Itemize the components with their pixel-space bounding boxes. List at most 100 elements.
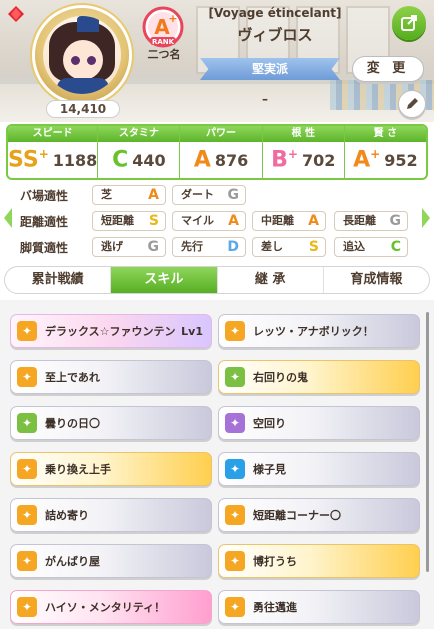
stat-label: スタミナ [98, 126, 180, 142]
skill-list-scrollbar[interactable] [426, 312, 429, 572]
tab-inheritance[interactable]: 継 承 [218, 267, 324, 293]
aptitude-cell: マイル A [172, 211, 246, 231]
skill-icon: ✦ [17, 367, 37, 387]
profile-header: 14,410 A + RANK 二つ名 [Voyage étincelant] … [0, 0, 434, 122]
skill-name: 詰め寄り [45, 509, 89, 522]
rank-nickname-label: 二つ名 [147, 48, 181, 61]
aptitude-grade: G [389, 213, 402, 229]
distance-aptitude-row: 距離適性 [20, 210, 82, 232]
skill-name: 乗り換え上手 [45, 463, 111, 476]
aptitude-grade: G [227, 187, 240, 203]
character-epithet: [Voyage étincelant] [208, 6, 342, 20]
rank-a-plus-badge-icon: A + RANK [142, 6, 184, 48]
aptitude-grade: A [308, 213, 319, 229]
aptitude-grade: C [390, 239, 401, 255]
skill-list: ✦ デラックス☆ファウンテン Lv1 ✦ レッツ・アナボリック！ ✦ 至上であれ ✦ 右回りの鬼… [0, 300, 434, 629]
skill-item[interactable]: ✦ 博打うち [218, 544, 420, 578]
tab-training-info[interactable]: 育成情報 [324, 267, 429, 293]
skill-icon: ✦ [225, 505, 245, 525]
aptitude-cell: 差し S [252, 237, 326, 257]
tab-skills[interactable]: スキル [111, 267, 218, 293]
skill-icon: ✦ [17, 597, 37, 617]
aptitude-cell: 芝A [92, 185, 166, 205]
share-button[interactable] [392, 6, 426, 40]
profile-subtitle: – [262, 92, 268, 106]
skill-item[interactable]: ✦ デラックス☆ファウンテン Lv1 [10, 314, 212, 348]
change-button[interactable]: 変 更 [352, 56, 424, 82]
aptitude-grade: S [148, 213, 159, 229]
skill-icon: ✦ [17, 459, 37, 479]
skill-name: 勇往邁進 [253, 601, 297, 614]
skill-icon: ✦ [225, 459, 245, 479]
skill-level: Lv1 [181, 324, 203, 338]
aptitude-grade: S [308, 239, 319, 255]
skill-item[interactable]: ✦ がんばり屋 [10, 544, 212, 578]
stat-grade: A+ [353, 147, 381, 173]
skill-icon: ✦ [225, 367, 245, 387]
aptitude-cell: 短距離 S [92, 211, 166, 231]
aptitude-cell: 中距離 A [252, 211, 326, 231]
style-aptitude-label: 脚質適性 [20, 240, 69, 255]
stat-guts: 根 性 B+ 702 [262, 126, 345, 178]
previous-arrow-icon[interactable] [2, 206, 14, 230]
stat-label: スピード [8, 126, 98, 142]
skill-icon: ✦ [225, 597, 245, 617]
aptitude-cell: 追込 C [334, 237, 408, 257]
stat-power: パワー A 876 [180, 126, 263, 178]
skill-icon: ✦ [225, 413, 245, 433]
skill-name: 短距離コーナー〇 [253, 509, 341, 522]
skill-name: 空回り [253, 417, 286, 430]
fan-count: 14,410 [46, 100, 120, 118]
skill-item[interactable]: ✦ 勇往邁進 [218, 590, 420, 624]
aptitude-grade: A [148, 187, 159, 203]
skill-name: 博打うち [253, 555, 297, 568]
skill-item[interactable]: ✦ 乗り換え上手 [10, 452, 212, 486]
ground-aptitude-label: バ場適性 [20, 188, 69, 203]
stat-value: 440 [132, 150, 166, 170]
next-arrow-icon[interactable] [420, 206, 432, 230]
skill-item[interactable]: ✦ 曇りの日〇 [10, 406, 212, 440]
detail-tabs: 累計戦績 スキル 継 承 育成情報 [4, 266, 430, 294]
pencil-icon [407, 98, 418, 109]
skill-name: がんばり屋 [45, 555, 100, 568]
skill-item[interactable]: ✦ 様子見 [218, 452, 420, 486]
skill-name: 右回りの鬼 [253, 371, 308, 384]
stat-label: パワー [180, 126, 262, 142]
skill-icon: ✦ [17, 413, 37, 433]
distance-aptitude-label: 距離適性 [20, 214, 69, 229]
style-ribbon: 堅実派 [200, 58, 340, 80]
skill-item[interactable]: ✦ 右回りの鬼 [218, 360, 420, 394]
svg-text:RANK: RANK [152, 38, 175, 46]
skill-item[interactable]: ✦ 短距離コーナー〇 [218, 498, 420, 532]
share-icon [401, 15, 417, 31]
skill-name: レッツ・アナボリック！ [253, 325, 374, 338]
skill-item[interactable]: ✦ 空回り [218, 406, 420, 440]
aptitude-grade: D [227, 239, 239, 255]
stat-value: 876 [214, 150, 249, 170]
skill-item[interactable]: ✦ 至上であれ [10, 360, 212, 394]
edit-button[interactable] [398, 90, 426, 118]
stat-stamina: スタミナ C 440 [98, 126, 181, 178]
tab-career-record[interactable]: 累計戦績 [5, 267, 112, 293]
stats-panel: スピード SS+ 1188 スタミナ C 440 パワー A 876 根 性 B+ 702 賢 さ A+ 9… [6, 124, 428, 180]
stat-wisdom: 賢 さ A+ 952 [344, 126, 426, 178]
skill-name: 曇りの日〇 [45, 417, 100, 430]
character-avatar[interactable] [35, 8, 129, 102]
stat-value: 952 [384, 150, 418, 170]
stat-grade: A [193, 147, 211, 173]
aptitude-cell: ダート G [172, 185, 246, 205]
stat-label: 根 性 [262, 126, 344, 142]
aptitude-panel: バ場適性 距離適性 脚質適性 芝 A ダート G 短距離 S マイル A 中距離 A 長距離 G 逃げ G… [0, 184, 434, 260]
skill-name: デラックス☆ファウンテン [45, 325, 176, 338]
skill-item[interactable]: ✦ ハイソ・メンタリティ！ [10, 590, 212, 624]
stat-grade: SS+ [8, 147, 49, 173]
skill-item[interactable]: ✦ 詰め寄り [10, 498, 212, 532]
style-aptitude-row: 脚質適性 [20, 236, 82, 258]
aptitude-cell: 長距離 G [334, 211, 408, 231]
ground-aptitude-row: バ場適性 [20, 184, 82, 206]
aptitude-grade: A [228, 213, 239, 229]
skill-item[interactable]: ✦ レッツ・アナボリック！ [218, 314, 420, 348]
skill-name: 様子見 [253, 463, 286, 476]
aptitude-grade: G [147, 239, 160, 255]
skill-icon: ✦ [17, 321, 37, 341]
